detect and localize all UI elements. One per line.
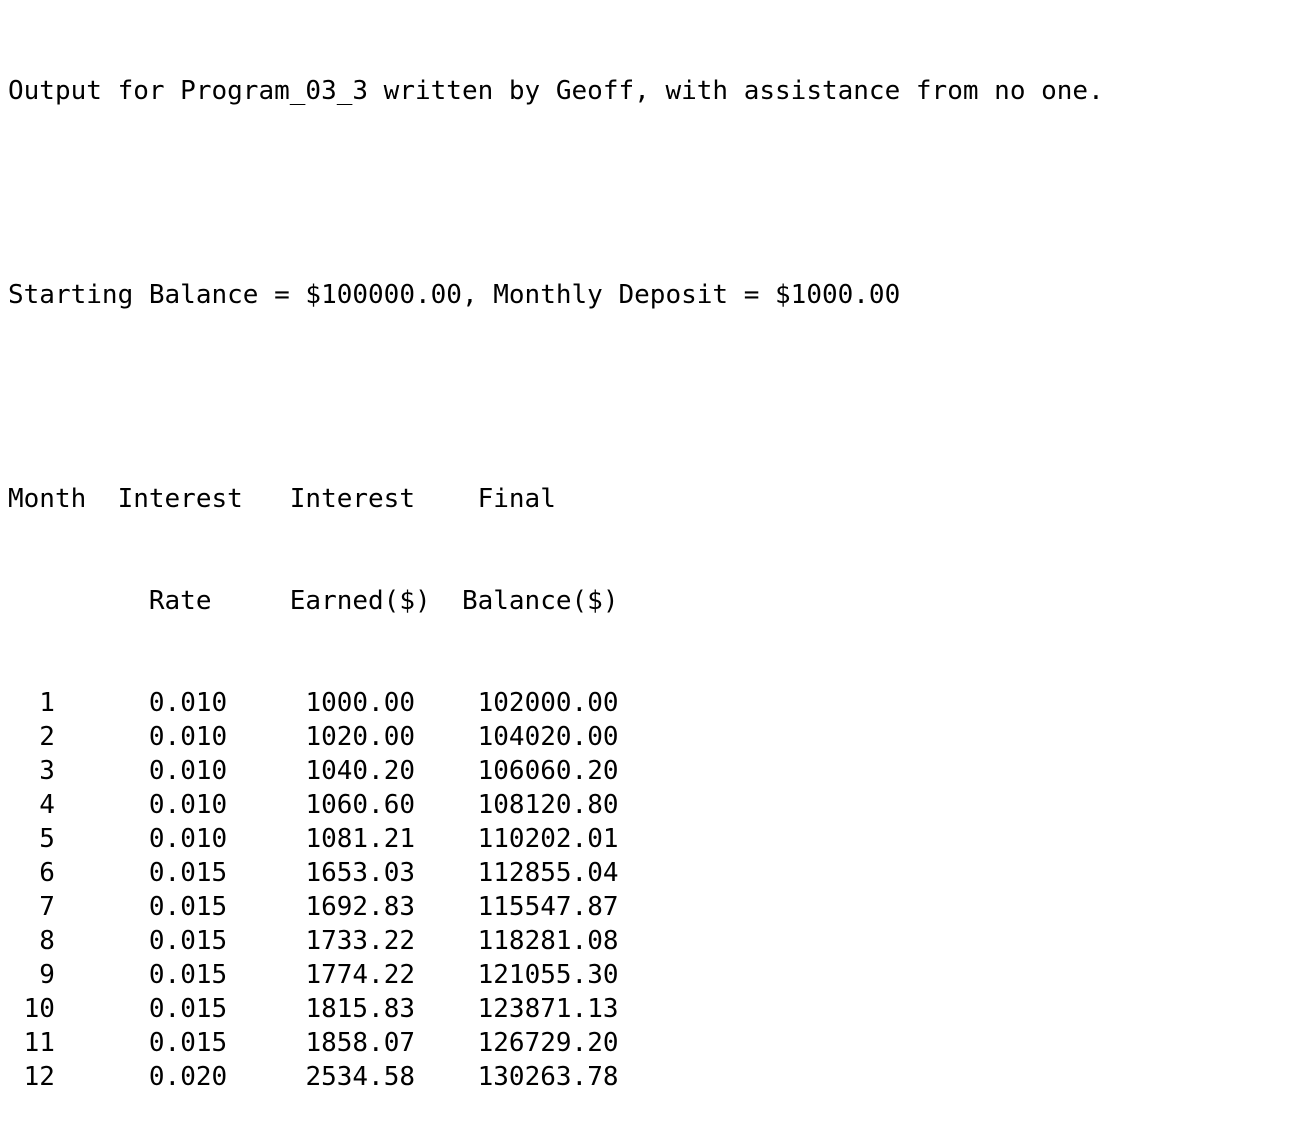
interest-table-body: 1 0.010 1000.00 102000.00 2 0.010 1020.0… bbox=[8, 686, 1104, 1094]
cell-rate: 0.015 bbox=[148, 926, 306, 956]
cell-interest: 1653.03 bbox=[305, 858, 478, 888]
cell-interest: 2534.58 bbox=[305, 1062, 478, 1092]
cell-interest: 1774.22 bbox=[305, 960, 478, 990]
cell-rate: 0.010 bbox=[148, 722, 306, 752]
cell-month: 9 bbox=[8, 960, 149, 990]
program-header-line: Output for Program_03_3 written by Geoff… bbox=[8, 76, 1104, 106]
cell-month: 5 bbox=[8, 824, 149, 854]
settings-line: Starting Balance = $100000.00, Monthly D… bbox=[8, 280, 901, 310]
cell-interest: 1733.22 bbox=[305, 926, 478, 956]
console-output: Output for Program_03_3 written by Geoff… bbox=[8, 6, 1104, 1128]
cell-interest: 1020.00 bbox=[305, 722, 478, 752]
table-row: 7 0.015 1692.83 115547.87 bbox=[8, 890, 1104, 924]
table-row: 8 0.015 1733.22 118281.08 bbox=[8, 924, 1104, 958]
cell-month: 4 bbox=[8, 790, 149, 820]
cell-balance: 121055.30 bbox=[477, 960, 619, 990]
cell-rate: 0.020 bbox=[148, 1062, 306, 1092]
table-row: 3 0.010 1040.20 106060.20 bbox=[8, 754, 1104, 788]
cell-balance: 104020.00 bbox=[477, 722, 619, 752]
cell-balance: 108120.80 bbox=[477, 790, 619, 820]
cell-rate: 0.015 bbox=[148, 1028, 306, 1058]
column-header-line-1: Month Interest Interest Final bbox=[8, 484, 556, 514]
cell-interest: 1040.20 bbox=[305, 756, 478, 786]
cell-balance: 126729.20 bbox=[477, 1028, 619, 1058]
cell-rate: 0.010 bbox=[148, 688, 306, 718]
table-row: 5 0.010 1081.21 110202.01 bbox=[8, 822, 1104, 856]
cell-balance: 115547.87 bbox=[477, 892, 619, 922]
cell-balance: 102000.00 bbox=[477, 688, 619, 718]
table-row: 6 0.015 1653.03 112855.04 bbox=[8, 856, 1104, 890]
cell-balance: 106060.20 bbox=[477, 756, 619, 786]
cell-balance: 130263.78 bbox=[477, 1062, 619, 1092]
cell-interest: 1692.83 bbox=[305, 892, 478, 922]
cell-interest: 1060.60 bbox=[305, 790, 478, 820]
cell-rate: 0.015 bbox=[148, 960, 306, 990]
cell-balance: 112855.04 bbox=[477, 858, 619, 888]
cell-rate: 0.010 bbox=[148, 790, 306, 820]
cell-month: 2 bbox=[8, 722, 149, 752]
cell-month: 11 bbox=[8, 1028, 149, 1058]
cell-rate: 0.010 bbox=[148, 756, 306, 786]
cell-balance: 110202.01 bbox=[477, 824, 619, 854]
table-row: 10 0.015 1815.83 123871.13 bbox=[8, 992, 1104, 1026]
cell-month: 10 bbox=[8, 994, 149, 1024]
cell-rate: 0.015 bbox=[148, 994, 306, 1024]
table-row: 2 0.010 1020.00 104020.00 bbox=[8, 720, 1104, 754]
cell-month: 3 bbox=[8, 756, 149, 786]
table-row: 4 0.010 1060.60 108120.80 bbox=[8, 788, 1104, 822]
cell-balance: 123871.13 bbox=[477, 994, 619, 1024]
cell-month: 8 bbox=[8, 926, 149, 956]
cell-balance: 118281.08 bbox=[477, 926, 619, 956]
table-row: 12 0.020 2534.58 130263.78 bbox=[8, 1060, 1104, 1094]
cell-month: 7 bbox=[8, 892, 149, 922]
table-row: 11 0.015 1858.07 126729.20 bbox=[8, 1026, 1104, 1060]
cell-interest: 1815.83 bbox=[305, 994, 478, 1024]
cell-month: 6 bbox=[8, 858, 149, 888]
cell-month: 1 bbox=[8, 688, 149, 718]
cell-interest: 1081.21 bbox=[305, 824, 478, 854]
cell-rate: 0.015 bbox=[148, 858, 306, 888]
column-header-line-2: Rate Earned($) Balance($) bbox=[8, 586, 619, 616]
table-row: 9 0.015 1774.22 121055.30 bbox=[8, 958, 1104, 992]
cell-rate: 0.015 bbox=[148, 892, 306, 922]
cell-month: 12 bbox=[8, 1062, 149, 1092]
cell-interest: 1858.07 bbox=[305, 1028, 478, 1058]
table-row: 1 0.010 1000.00 102000.00 bbox=[8, 686, 1104, 720]
cell-interest: 1000.00 bbox=[305, 688, 478, 718]
cell-rate: 0.010 bbox=[148, 824, 306, 854]
